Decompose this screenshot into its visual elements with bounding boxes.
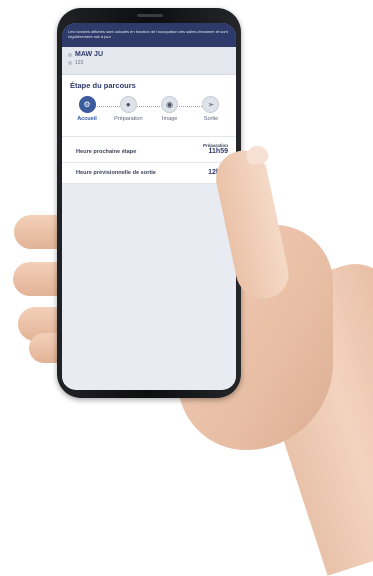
thumb-nail: [244, 143, 270, 167]
user-icon: [68, 52, 72, 57]
step-label: Accueil: [77, 116, 97, 122]
next-step-time: 11h59: [208, 148, 228, 155]
reception-icon: ⚙: [78, 96, 96, 113]
person-icon: ●: [119, 96, 137, 113]
next-step-label: Heure prochaine étape: [76, 149, 137, 155]
patient-name: MAW JU: [75, 51, 103, 58]
step-label: Préparation: [114, 116, 143, 122]
exit-icon: ➢: [202, 96, 220, 113]
patient-header: MAW JU 123: [62, 47, 236, 75]
step-image[interactable]: ◉ Image: [155, 96, 185, 130]
step-accueil[interactable]: ⚙ Accueil: [72, 96, 102, 130]
empty-area: [62, 184, 236, 384]
journey-title: Étape du parcours: [70, 81, 136, 90]
journey-card: Étape du parcours ⚙ Accueil ● Préparatio…: [62, 75, 236, 136]
exit-time-row: Heure prévisionnelle de sortie 12h59: [62, 162, 236, 184]
journey-steps: ⚙ Accueil ● Préparation ◉ Image ➢ Sortie: [70, 96, 228, 130]
info-banner: Les horaires affichés sont calculés en f…: [62, 23, 236, 47]
phone-screen: Les horaires affichés sont calculés en f…: [62, 23, 236, 390]
smartphone: Les horaires affichés sont calculés en f…: [57, 8, 241, 398]
exit-time-label: Heure prévisionnelle de sortie: [76, 170, 156, 176]
step-label: Image: [162, 116, 178, 122]
steps-connector: [84, 106, 214, 107]
phone-speaker: [137, 14, 163, 17]
patient-id: 123: [75, 60, 84, 66]
step-label: Sortie: [203, 116, 219, 122]
step-sortie[interactable]: ➢ Sortie: [196, 96, 226, 130]
next-step-row: Heure prochaine étape Préparation 11h59: [62, 136, 236, 162]
id-icon: [68, 61, 72, 65]
step-preparation[interactable]: ● Préparation: [113, 96, 143, 130]
scan-icon: ◉: [161, 96, 179, 113]
